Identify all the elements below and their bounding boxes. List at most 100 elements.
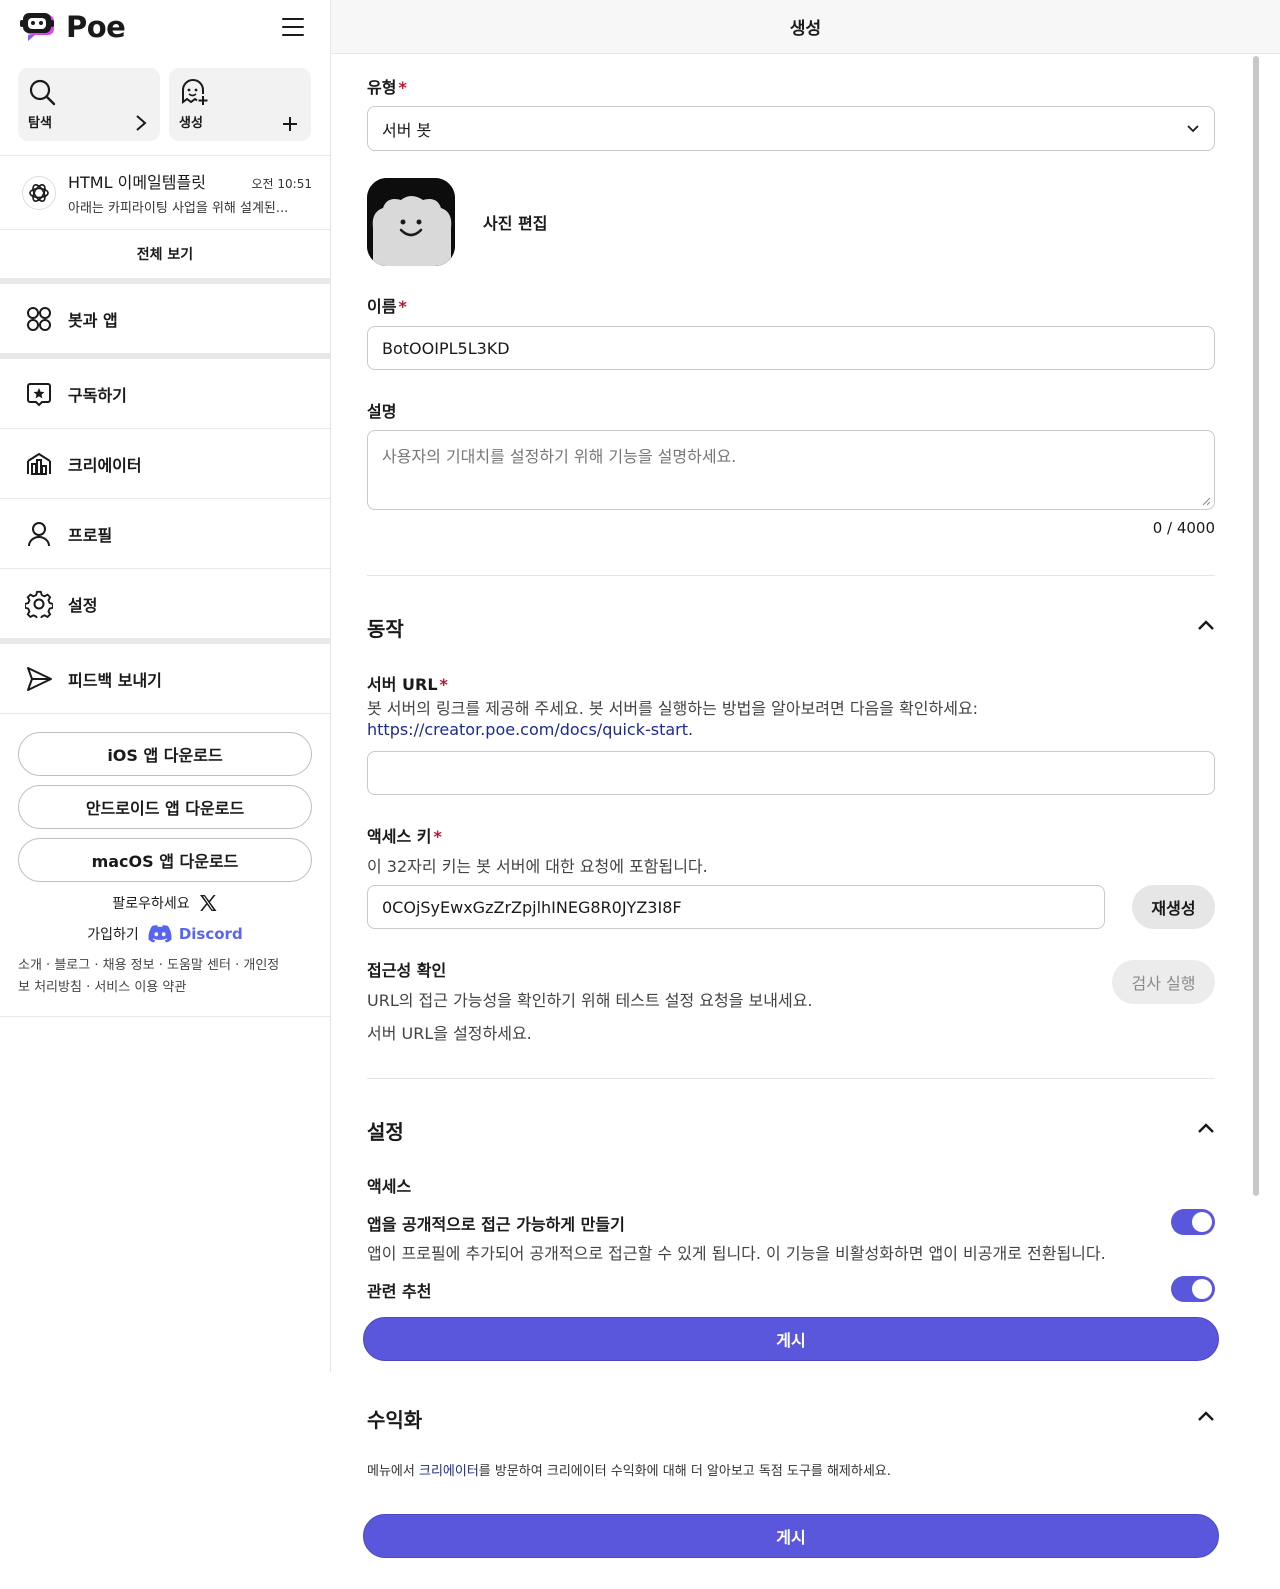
description-placeholder: 사용자의 기대치를 설정하기 위해 기능을 설명하세요. xyxy=(382,447,737,466)
page-header: 생성 xyxy=(331,0,1280,54)
access-subheading: 액세스 xyxy=(367,1177,412,1196)
chat-title: HTML 이메일템플릿 xyxy=(68,173,206,192)
poe-logo-icon xyxy=(20,11,58,43)
reachability-status: 서버 URL을 설정하세요. xyxy=(367,1024,532,1043)
ios-download-button[interactable]: iOS 앱 다운로드 xyxy=(18,732,312,776)
monetization-section-title: 수익화 xyxy=(367,1408,423,1432)
edit-photo-button[interactable]: 사진 편집 xyxy=(483,210,547,234)
create-label: 생성 xyxy=(179,116,203,131)
public-access-toggle[interactable] xyxy=(1171,1209,1215,1235)
sidebar-item-label: 피드백 보내기 xyxy=(68,670,162,690)
publish-button[interactable]: 게시 xyxy=(363,1317,1219,1361)
chevron-right-icon xyxy=(134,113,148,133)
footer-blog-link[interactable]: 블로그 xyxy=(54,958,90,973)
required-mark: * xyxy=(439,675,448,694)
download-buttons: iOS 앱 다운로드 안드로이드 앱 다운로드 macOS 앱 다운로드 xyxy=(0,714,330,882)
sidebar-item-label: 크리에이터 xyxy=(68,455,142,475)
behavior-section-title: 동작 xyxy=(367,617,404,641)
footer-help-link[interactable]: 도움말 센터 xyxy=(167,958,231,973)
publish-button-bottom[interactable]: 게시 xyxy=(363,1514,1219,1558)
chevron-up-icon[interactable] xyxy=(1197,1410,1215,1422)
public-access-help: 앱이 프로필에 추가되어 공개적으로 접근할 수 있게 됩니다. 이 기능을 비… xyxy=(367,1244,1106,1263)
quick-start-link[interactable]: https://creator.poe.com/docs/quick-start xyxy=(367,720,688,739)
resize-handle-icon[interactable] xyxy=(1201,496,1211,506)
regenerate-button[interactable]: 재생성 xyxy=(1132,885,1215,929)
follow-row: 팔로우하세요 xyxy=(0,891,330,915)
server-url-input[interactable] xyxy=(367,751,1215,795)
server-url-label-text: 서버 URL xyxy=(367,675,438,694)
name-input[interactable]: BotOOIPL5L3KD xyxy=(367,326,1215,370)
android-download-button[interactable]: 안드로이드 앱 다운로드 xyxy=(18,785,312,829)
reachability-label: 접근성 확인 xyxy=(367,961,447,980)
creator-icon xyxy=(24,450,54,478)
search-icon xyxy=(28,78,56,106)
gear-icon xyxy=(24,590,54,618)
bot-avatar[interactable] xyxy=(367,178,455,266)
sidebar-item-label: 설정 xyxy=(68,595,98,615)
footer-separator: · xyxy=(81,980,95,995)
footer-privacy-link[interactable]: 개인정 xyxy=(243,958,279,973)
sidebar-item-bots-apps[interactable]: 봇과 앱 xyxy=(0,284,330,353)
settings-section-title: 설정 xyxy=(367,1120,404,1144)
footer-terms-link[interactable]: 서비스 이용 약관 xyxy=(94,980,186,995)
explore-label: 탐색 xyxy=(28,116,52,131)
x-icon[interactable] xyxy=(198,893,218,913)
chatgpt-icon xyxy=(22,175,56,210)
description-label: 설명 xyxy=(367,402,397,421)
star-badge-icon xyxy=(24,380,54,408)
sidebar-item-settings[interactable]: 설정 xyxy=(0,569,330,638)
explore-card[interactable]: 탐색 xyxy=(18,68,160,141)
related-recommendations-toggle[interactable] xyxy=(1171,1276,1215,1302)
create-card[interactable]: 생성 xyxy=(169,68,311,141)
sidebar-item-profile[interactable]: 프로필 xyxy=(0,499,330,568)
sidebar: Poe 탐색 생성 HTML 이메일템플릿 오전 10:51 아래는 카피라이팅… xyxy=(0,0,331,1372)
recent-chat-item[interactable]: HTML 이메일템플릿 오전 10:51 아래는 카피라이팅 사업을 위해 설계… xyxy=(0,156,330,229)
scrollbar[interactable] xyxy=(1253,56,1259,1196)
server-url-help-link-row: https://creator.poe.com/docs/quick-start… xyxy=(367,720,693,739)
join-label: 가입하기 xyxy=(87,927,139,943)
sidebar-item-label: 봇과 앱 xyxy=(68,310,118,330)
footer-separator: · xyxy=(154,958,168,973)
discord-label: Discord xyxy=(178,925,243,943)
reachability-help: URL의 접근 가능성을 확인하기 위해 테스트 설정 요청을 보내세요. xyxy=(367,991,813,1010)
sidebar-item-subscribe[interactable]: 구독하기 xyxy=(0,359,330,428)
footer-separator: · xyxy=(230,958,244,973)
sidebar-item-feedback[interactable]: 피드백 보내기 xyxy=(0,644,330,713)
see-all-link[interactable]: 전체 보기 xyxy=(0,230,330,278)
type-select-value: 서버 봇 xyxy=(382,120,432,140)
macos-download-button[interactable]: macOS 앱 다운로드 xyxy=(18,838,312,882)
chevron-up-icon[interactable] xyxy=(1197,1122,1215,1134)
footer-separator: · xyxy=(90,958,103,973)
menu-icon[interactable] xyxy=(282,18,304,36)
apps-grid-icon xyxy=(24,305,54,333)
discord-link[interactable]: Discord xyxy=(147,924,243,944)
type-label-text: 유형 xyxy=(367,78,397,97)
footer-about-link[interactable]: 소개 xyxy=(18,958,42,973)
footer-privacy-link-cont[interactable]: 보 처리방침 xyxy=(18,980,82,995)
access-key-label: 액세스 키 * xyxy=(367,823,442,847)
server-url-label: 서버 URL * xyxy=(367,671,448,695)
chevron-up-icon[interactable] xyxy=(1197,619,1215,631)
server-url-help: 봇 서버의 링크를 제공해 주세요. 봇 서버를 실행하는 방법을 알아보려면 … xyxy=(367,699,979,718)
description-textarea[interactable]: 사용자의 기대치를 설정하기 위해 기능을 설명하세요. xyxy=(367,430,1215,510)
access-key-input[interactable]: 0COjSyEwxGzZrZpjlhINEG8R0JYZ3I8F xyxy=(367,885,1105,929)
access-key-help: 이 32자리 키는 봇 서버에 대한 요청에 포함됩니다. xyxy=(367,857,708,876)
monetization-text: 메뉴에서 크리에이터를 방문하여 크리에이터 수익화에 대해 더 알아보고 독점… xyxy=(367,1460,891,1479)
sidebar-item-label: 구독하기 xyxy=(68,385,127,405)
footer-careers-link[interactable]: 채용 정보 xyxy=(103,958,155,973)
sidebar-header: Poe xyxy=(0,0,330,54)
type-select[interactable]: 서버 봇 xyxy=(367,106,1215,151)
quick-actions: 탐색 생성 xyxy=(0,54,330,155)
monetization-text-after: 를 방문하여 크리에이터 수익화에 대해 더 알아보고 독점 도구를 해제하세요… xyxy=(478,1464,891,1479)
poe-logo[interactable]: Poe xyxy=(20,10,126,44)
run-check-button[interactable]: 검사 실행 xyxy=(1112,960,1215,1004)
name-label-text: 이름 xyxy=(367,297,397,316)
required-mark: * xyxy=(398,297,407,316)
creator-link[interactable]: 크리에이터 xyxy=(419,1464,479,1479)
related-recommendations-label: 관련 추천 xyxy=(367,1282,432,1301)
chat-time: 오전 10:51 xyxy=(251,177,312,191)
plus-icon xyxy=(281,115,299,133)
sidebar-item-creator[interactable]: 크리에이터 xyxy=(0,429,330,498)
page-title: 생성 xyxy=(789,19,822,39)
type-label: 유형 * xyxy=(367,74,407,98)
